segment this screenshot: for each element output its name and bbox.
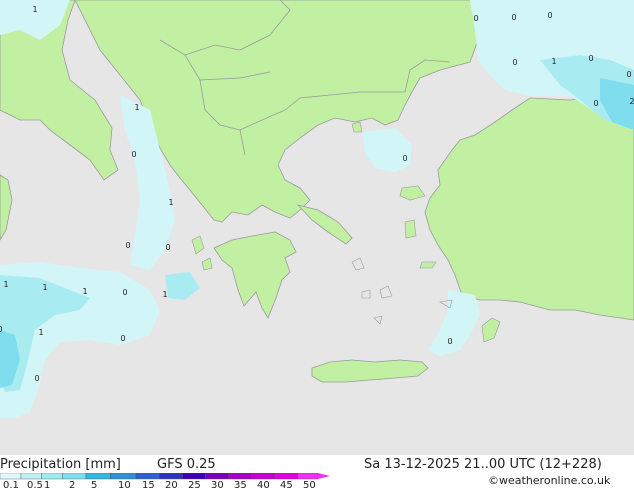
legend-swatch	[41, 473, 63, 480]
legend-swatch	[85, 473, 111, 480]
legend-swatch	[205, 473, 229, 480]
legend-tick-label: 25	[188, 480, 201, 491]
legend-swatch	[251, 473, 275, 480]
value-label: 0	[120, 334, 125, 343]
value-label: 1	[134, 103, 139, 112]
legend-swatch	[135, 473, 160, 480]
model-name: GFS 0.25	[157, 457, 216, 472]
value-label: 0	[511, 13, 516, 22]
value-label: 1	[551, 57, 556, 66]
value-label: 0	[588, 54, 593, 63]
value-label: 1	[3, 280, 8, 289]
value-label: 0	[34, 374, 39, 383]
value-label: 2	[629, 97, 634, 106]
legend-swatch	[182, 473, 206, 480]
legend-tick-label: 10	[118, 480, 131, 491]
legend-arrow	[318, 473, 330, 479]
legend-swatch	[274, 473, 298, 480]
legend-tick-label: 40	[257, 480, 270, 491]
legend-swatch	[20, 473, 42, 480]
legend-swatch	[110, 473, 137, 480]
legend-swatch	[62, 473, 87, 480]
value-label: 0	[593, 99, 598, 108]
legend-tick-label: 30	[211, 480, 224, 491]
value-label: 0	[125, 241, 130, 250]
island-chios	[404, 219, 417, 239]
legend-tick-label: 1	[44, 480, 51, 491]
valid-time: Sa 13-12-2025 21..00 UTC (12+228)	[364, 457, 602, 472]
legend-tick-label: 45	[280, 480, 293, 491]
legend-swatch	[159, 473, 183, 480]
value-label: 1	[82, 287, 87, 296]
legend-tick-label: 15	[142, 480, 155, 491]
legend-tick-label: 0.5	[27, 480, 43, 491]
legend-tick-label: 0.1	[3, 480, 19, 491]
value-label: 0	[165, 243, 170, 252]
legend-tick-label: 5	[91, 480, 98, 491]
value-label: 0	[402, 154, 407, 163]
value-label: 0	[473, 14, 478, 23]
value-label: 1	[38, 328, 43, 337]
legend-tick-label: 35	[234, 480, 247, 491]
credit-text: ©weatheronline.co.uk	[488, 474, 611, 487]
value-label: 0	[547, 11, 552, 20]
legend-swatch	[228, 473, 252, 480]
value-label: 1	[42, 283, 47, 292]
value-label: 0	[512, 58, 517, 67]
value-label: 1	[168, 198, 173, 207]
island-thasos	[351, 121, 363, 133]
legend-swatch	[297, 473, 319, 480]
legend-tick-label: 2	[69, 480, 76, 491]
value-label: 0	[122, 288, 127, 297]
precipitation-map: 1 1 1 0 0 1 1 0 1 1 0 0 1 0 0 0 0 0 0 0 …	[0, 0, 634, 455]
legend-tick-label: 50	[303, 480, 316, 491]
value-label: 0	[447, 337, 452, 346]
value-label: 0	[131, 150, 136, 159]
value-label: 0	[0, 325, 3, 334]
value-label: 1	[162, 290, 167, 299]
legend-tick-label: 20	[165, 480, 178, 491]
legend-swatch	[0, 473, 22, 480]
value-label: 1	[32, 5, 37, 14]
value-label: 0	[626, 70, 631, 79]
map-title: Precipitation [mm]	[0, 457, 121, 472]
